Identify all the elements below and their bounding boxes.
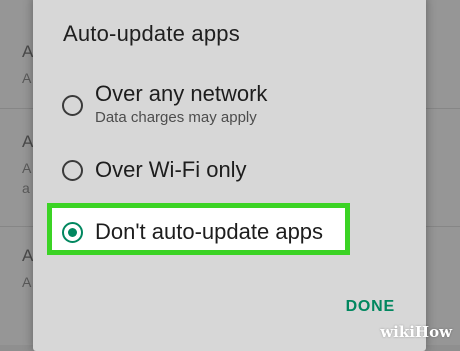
watermark-text: wikiHow (380, 323, 452, 341)
watermark-logo: wikiHow (368, 315, 460, 345)
option-label: Over Wi-Fi only (95, 157, 247, 182)
done-button[interactable]: DONE (346, 298, 395, 316)
option-label: Over any network (95, 81, 268, 106)
background-item-subtitle: A (22, 160, 32, 176)
radio-dot-icon (67, 227, 77, 237)
option-label: Don't auto-update apps (95, 219, 324, 244)
background-item-title: A (22, 42, 34, 61)
background-item-subtitle: A (22, 70, 32, 86)
radio-button-selected[interactable] (62, 222, 83, 243)
radio-button[interactable] (62, 95, 83, 116)
option-sublabel: Data charges may apply (95, 109, 257, 126)
radio-button[interactable] (62, 160, 83, 181)
auto-update-dialog: Auto-update apps Over any network Data c… (33, 0, 426, 351)
dialog-title: Auto-update apps (63, 21, 240, 46)
background-item-subtitle: A (22, 274, 32, 290)
background-item-subtitle: a (22, 180, 30, 196)
background-item-title: A (22, 246, 34, 265)
background-item-title: A (22, 132, 34, 151)
